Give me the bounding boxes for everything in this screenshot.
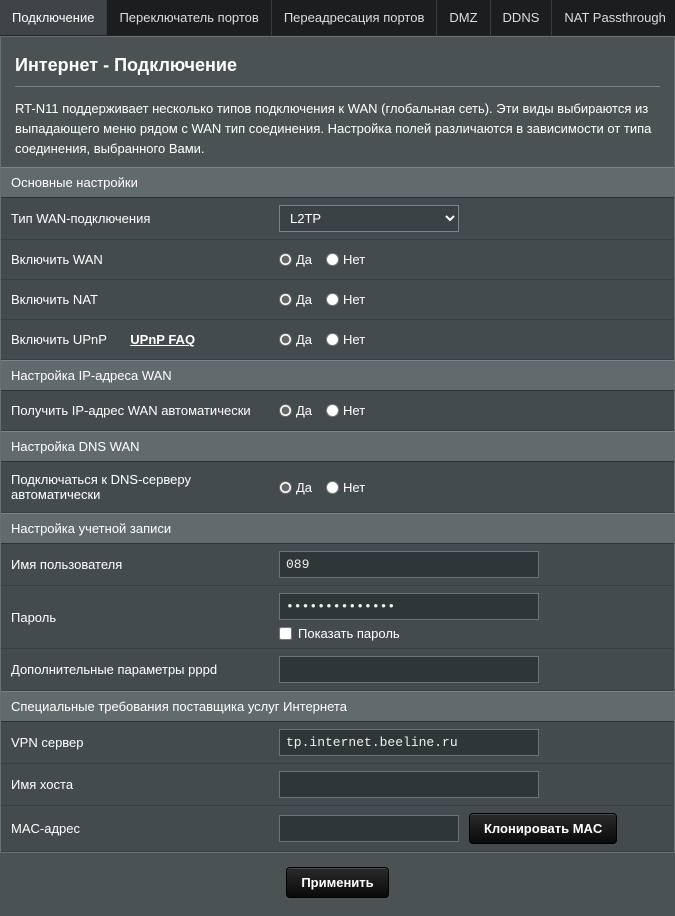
show-password-checkbox[interactable] [279, 627, 292, 640]
apply-button[interactable]: Применить [286, 867, 388, 898]
tab-port-trigger[interactable]: Переключатель портов [107, 0, 271, 35]
enable-wan-no[interactable] [326, 253, 339, 266]
hostname-label: Имя хоста [1, 767, 271, 802]
enable-nat-yes[interactable] [279, 293, 292, 306]
yes-label: Да [296, 252, 312, 267]
mac-input[interactable] [279, 815, 459, 842]
tab-port-forward[interactable]: Переадресация портов [272, 0, 438, 35]
section-basic-header: Основные настройки [1, 167, 674, 198]
auto-dns-label: Подключаться к DNS-серверу автоматически [1, 462, 271, 512]
enable-upnp-yes[interactable] [279, 333, 292, 346]
vpn-server-input[interactable] [279, 729, 539, 756]
auto-dns-yes[interactable] [279, 481, 292, 494]
wan-type-select[interactable]: L2TP [279, 205, 459, 232]
pppd-input[interactable] [279, 656, 539, 683]
tab-connection[interactable]: Подключение [0, 0, 107, 35]
page-description: RT-N11 поддерживает несколько типов подк… [15, 99, 660, 159]
section-dns-header: Настройка DNS WAN [1, 431, 674, 462]
tab-bar: Подключение Переключатель портов Переадр… [0, 0, 675, 36]
auto-ip-label: Получить IP-адрес WAN автоматически [1, 393, 271, 428]
password-label: Пароль [1, 600, 271, 635]
wan-type-label: Тип WAN-подключения [1, 201, 271, 236]
mac-label: MAC-адрес [1, 811, 271, 846]
enable-upnp-label: Включить UPnP UPnP FAQ [1, 322, 271, 357]
username-input[interactable] [279, 551, 539, 578]
show-password-label: Показать пароль [298, 626, 400, 641]
auto-ip-no[interactable] [326, 404, 339, 417]
enable-upnp-no[interactable] [326, 333, 339, 346]
enable-wan-yes[interactable] [279, 253, 292, 266]
password-input[interactable] [279, 593, 539, 620]
enable-wan-label: Включить WAN [1, 242, 271, 277]
enable-nat-label: Включить NAT [1, 282, 271, 317]
pppd-label: Дополнительные параметры pppd [1, 652, 271, 687]
section-wanip-header: Настройка IP-адреса WAN [1, 360, 674, 391]
clone-mac-button[interactable]: Клонировать MAC [469, 813, 617, 844]
tab-ddns[interactable]: DDNS [491, 0, 553, 35]
tab-dmz[interactable]: DMZ [437, 0, 490, 35]
auto-ip-yes[interactable] [279, 404, 292, 417]
hostname-input[interactable] [279, 771, 539, 798]
section-isp-header: Специальные требования поставщика услуг … [1, 691, 674, 722]
section-account-header: Настройка учетной записи [1, 513, 674, 544]
upnp-faq-link[interactable]: UPnP FAQ [130, 332, 195, 347]
tab-nat-passthrough[interactable]: NAT Passthrough [552, 0, 675, 35]
no-label: Нет [343, 252, 365, 267]
page-title: Интернет - Подключение [15, 55, 660, 76]
username-label: Имя пользователя [1, 547, 271, 582]
vpn-server-label: VPN сервер [1, 725, 271, 760]
auto-dns-no[interactable] [326, 481, 339, 494]
enable-nat-no[interactable] [326, 293, 339, 306]
